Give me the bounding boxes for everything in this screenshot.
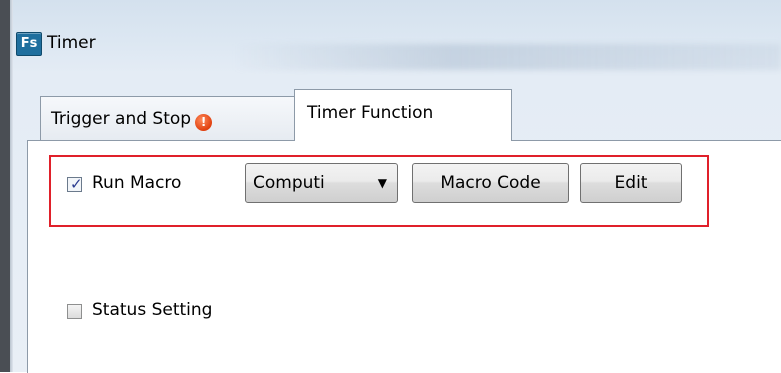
highlight-box	[49, 155, 709, 227]
app-icon: Fs	[16, 32, 42, 56]
title-bar[interactable]: Fs Timer	[13, 0, 781, 76]
tab-timer-function[interactable]: Timer Function	[294, 89, 512, 141]
status-setting-checkbox[interactable]	[67, 304, 82, 319]
blurred-background	[233, 44, 781, 70]
tab-trigger-and-stop[interactable]: Trigger and Stop!	[40, 96, 308, 140]
tab-label: Trigger and Stop	[51, 109, 192, 129]
window-title: Timer	[47, 33, 96, 53]
status-setting-label[interactable]: Status Setting	[92, 300, 212, 320]
alert-icon: !	[195, 114, 213, 131]
background-window-edge	[0, 0, 10, 372]
tab-label: Timer Function	[307, 103, 434, 123]
